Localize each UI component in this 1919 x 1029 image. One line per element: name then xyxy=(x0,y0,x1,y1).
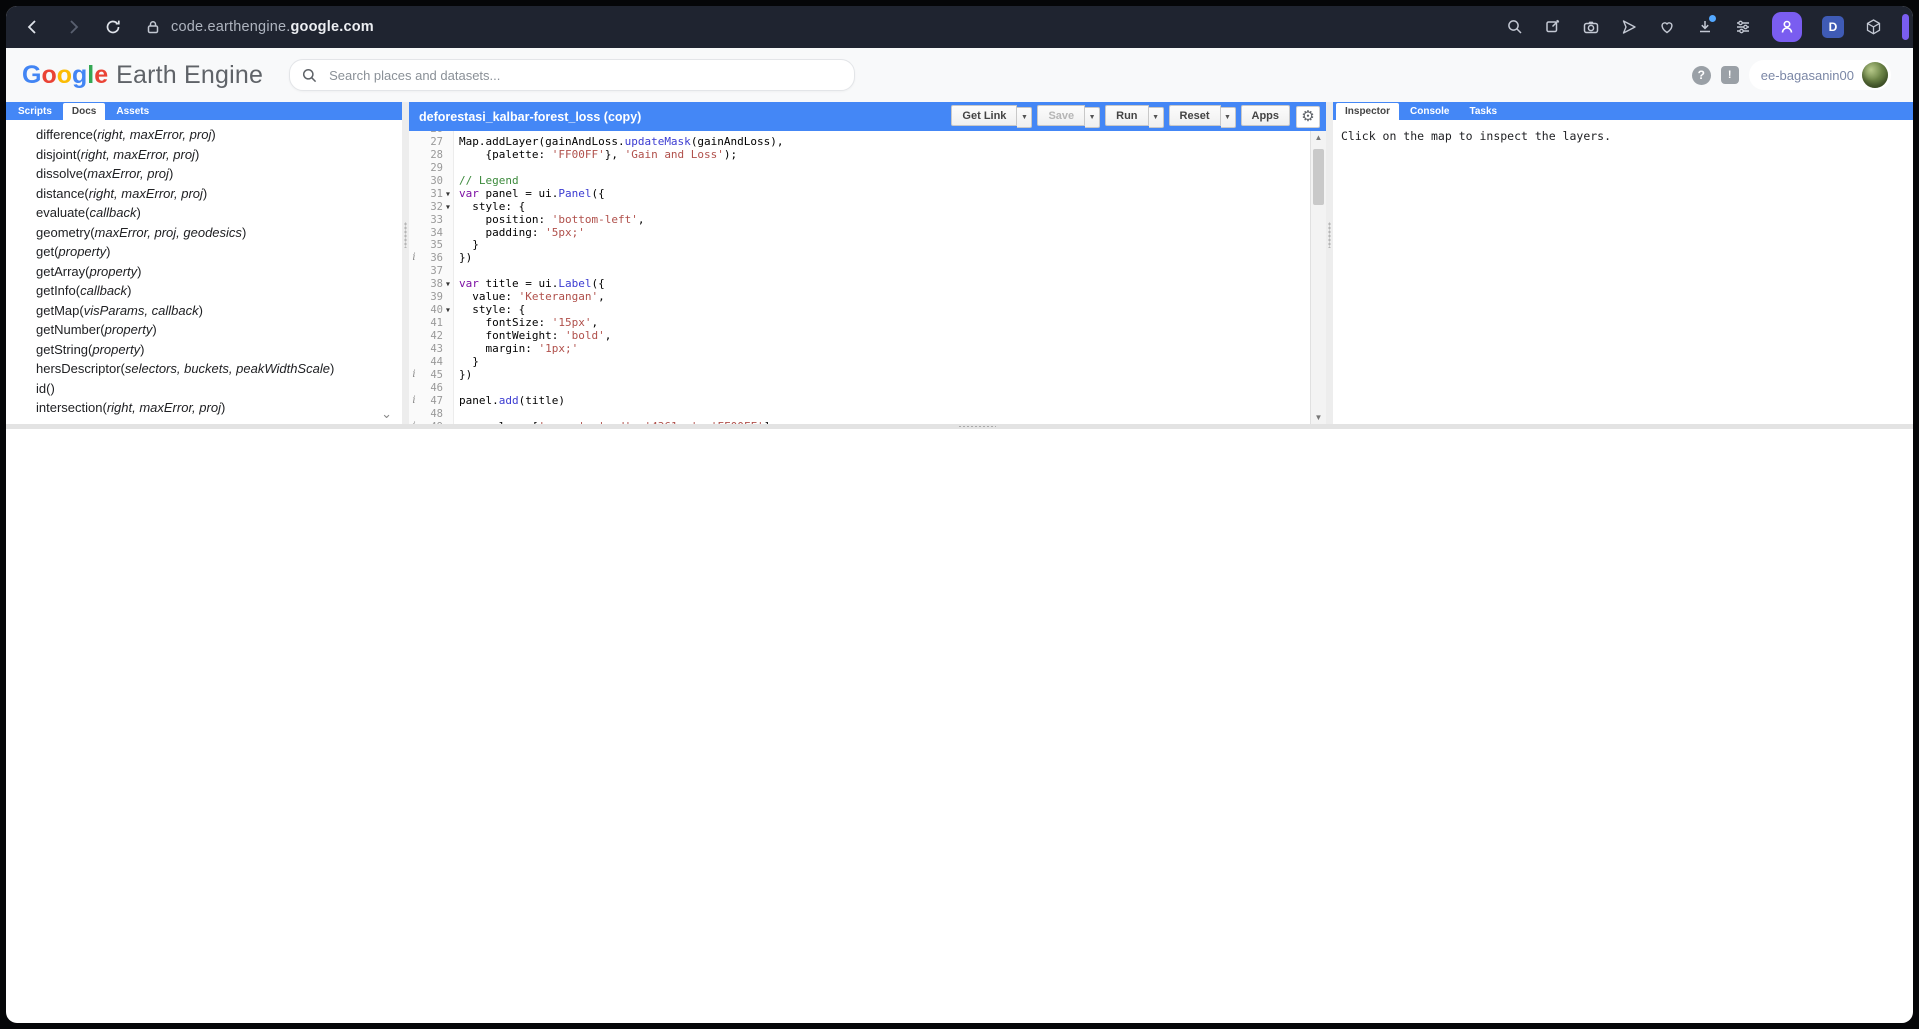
code-line-43[interactable]: 43 margin: '1px;' xyxy=(409,343,1326,356)
search-input[interactable] xyxy=(327,67,842,84)
left-splitter[interactable] xyxy=(402,102,409,424)
tab-scripts[interactable]: Scripts xyxy=(9,103,61,120)
save-dropdown[interactable]: ▼ xyxy=(1085,107,1100,128)
code-line-47[interactable]: i47panel.add(title) xyxy=(409,395,1326,408)
feedback-icon[interactable]: ! xyxy=(1721,66,1739,84)
help-icon[interactable]: ? xyxy=(1692,66,1711,85)
code-line-28[interactable]: 28 {palette: 'FF00FF'}, 'Gain and Loss')… xyxy=(409,149,1326,162)
scroll-thumb[interactable] xyxy=(1313,149,1324,205)
get-link-button[interactable]: Get Link xyxy=(951,105,1017,126)
tab-inspector[interactable]: Inspector xyxy=(1336,103,1399,120)
right-tabstrip: InspectorConsoleTasks xyxy=(1333,102,1913,120)
inspector-message: Click on the map to inspect the layers. xyxy=(1333,120,1913,152)
gee-header: Google Earth Engine ? ! ee-bagasanin00 xyxy=(6,48,1913,102)
code-line-34[interactable]: 34 padding: '5px;' xyxy=(409,227,1326,240)
reload-icon[interactable] xyxy=(104,18,122,36)
tab-assets[interactable]: Assets xyxy=(107,103,158,120)
scripts-docs-panel: ScriptsDocsAssets difference(right, maxE… xyxy=(6,102,402,424)
share-icon[interactable] xyxy=(1620,18,1638,36)
editor-body[interactable]: 2627Map.addLayer(gainAndLoss.updateMask(… xyxy=(409,131,1326,424)
editor-scrollbar[interactable]: ▲ ▼ xyxy=(1310,131,1326,424)
scroll-down-icon[interactable]: ▼ xyxy=(1311,413,1326,422)
get-link-dropdown[interactable]: ▼ xyxy=(1017,107,1032,128)
run-button[interactable]: Run xyxy=(1105,105,1148,126)
doc-item[interactable]: getMap(visParams, callback) xyxy=(6,301,402,321)
tune-icon[interactable] xyxy=(1734,18,1752,36)
doc-item[interactable]: distance(right, maxError, proj) xyxy=(6,184,402,204)
code-line-44[interactable]: 44 } xyxy=(409,356,1326,369)
apps-button[interactable]: Apps xyxy=(1241,105,1291,126)
google-logo: Google xyxy=(22,61,108,90)
inspector-panel: InspectorConsoleTasks Click on the map t… xyxy=(1333,102,1913,424)
doc-item[interactable]: intersection(right, maxError, proj) xyxy=(6,398,402,418)
heart-icon[interactable] xyxy=(1658,18,1676,36)
left-tabstrip: ScriptsDocsAssets xyxy=(6,102,402,120)
run-dropdown[interactable]: ▼ xyxy=(1149,107,1164,128)
right-splitter[interactable] xyxy=(1326,102,1333,424)
doc-item[interactable]: getArray(property) xyxy=(6,262,402,282)
workspace: ScriptsDocsAssets difference(right, maxE… xyxy=(6,102,1913,424)
reset-dropdown[interactable]: ▼ xyxy=(1221,107,1236,128)
doc-item[interactable]: getString(property) xyxy=(6,340,402,360)
code-line-39[interactable]: 39 value: 'Keterangan', xyxy=(409,291,1326,304)
tab-console[interactable]: Console xyxy=(1401,103,1458,120)
doc-item[interactable]: id() xyxy=(6,379,402,399)
doc-item[interactable]: dissolve(maxError, proj) xyxy=(6,164,402,184)
code-line-31[interactable]: 31▼var panel = ui.Panel({ xyxy=(409,188,1326,201)
code-line-29[interactable]: 29 xyxy=(409,162,1326,175)
map-splitter[interactable] xyxy=(6,424,1913,429)
code-editor: deforestasi_kalbar-forest_loss (copy) Ge… xyxy=(409,102,1326,424)
back-icon[interactable] xyxy=(24,18,42,36)
doc-item[interactable]: getInfo(callback) xyxy=(6,281,402,301)
browser-chrome: code.earthengine.google.com D xyxy=(6,6,1913,48)
doc-item[interactable]: get(property) xyxy=(6,242,402,262)
search-icon xyxy=(302,68,317,83)
download-icon[interactable] xyxy=(1696,18,1714,36)
download-badge xyxy=(1709,15,1716,22)
doc-item[interactable]: disjoint(right, maxError, proj) xyxy=(6,145,402,165)
code-line-45[interactable]: i45}) xyxy=(409,369,1326,382)
doc-item[interactable]: getNumber(property) xyxy=(6,320,402,340)
forward-icon[interactable] xyxy=(64,18,82,36)
lock-icon xyxy=(144,18,162,36)
screen: code.earthengine.google.com D Google Ear… xyxy=(0,0,1919,1029)
username: ee-bagasanin00 xyxy=(1761,68,1854,83)
scroll-up-icon[interactable]: ▲ xyxy=(1311,133,1326,142)
find-icon[interactable] xyxy=(1506,18,1524,36)
doc-item[interactable]: evaluate(callback) xyxy=(6,203,402,223)
search-box[interactable] xyxy=(289,59,855,91)
extension-d-icon[interactable]: D xyxy=(1822,16,1844,38)
doc-item[interactable]: geometry(maxError, proj, geodesics) xyxy=(6,223,402,243)
cube-icon[interactable] xyxy=(1864,18,1882,36)
script-title: deforestasi_kalbar-forest_loss (copy) xyxy=(415,110,947,124)
reset-button[interactable]: Reset xyxy=(1169,105,1221,126)
product-name: Earth Engine xyxy=(116,61,263,90)
docs-list: difference(right, maxError, proj)disjoin… xyxy=(6,120,402,424)
editor-header: deforestasi_kalbar-forest_loss (copy) Ge… xyxy=(409,102,1326,131)
code-line-36[interactable]: i36}) xyxy=(409,252,1326,265)
tab-tasks[interactable]: Tasks xyxy=(1460,103,1506,120)
gee-logo: Google Earth Engine xyxy=(22,61,263,90)
doc-item[interactable]: difference(right, maxError, proj) xyxy=(6,125,402,145)
avatar xyxy=(1862,62,1888,88)
tab-docs[interactable]: Docs xyxy=(63,103,105,120)
profile-button[interactable] xyxy=(1772,12,1802,42)
scroll-down-icon[interactable]: ⌄ xyxy=(381,406,392,422)
sidebar-pill[interactable] xyxy=(1902,14,1909,40)
code-line-35[interactable]: 35 } xyxy=(409,239,1326,252)
browser-window: code.earthengine.google.com D Google Ear… xyxy=(6,6,1913,1023)
save-button[interactable]: Save xyxy=(1037,105,1085,126)
address-bar[interactable]: code.earthengine.google.com xyxy=(171,19,374,35)
user-chip[interactable]: ee-bagasanin00 xyxy=(1749,60,1891,90)
editor-settings-button[interactable]: ⚙ xyxy=(1296,106,1320,128)
camera-icon[interactable] xyxy=(1582,18,1600,36)
edit-icon[interactable] xyxy=(1544,18,1562,36)
doc-item[interactable]: hersDescriptor(selectors, buckets, peakW… xyxy=(6,359,402,379)
